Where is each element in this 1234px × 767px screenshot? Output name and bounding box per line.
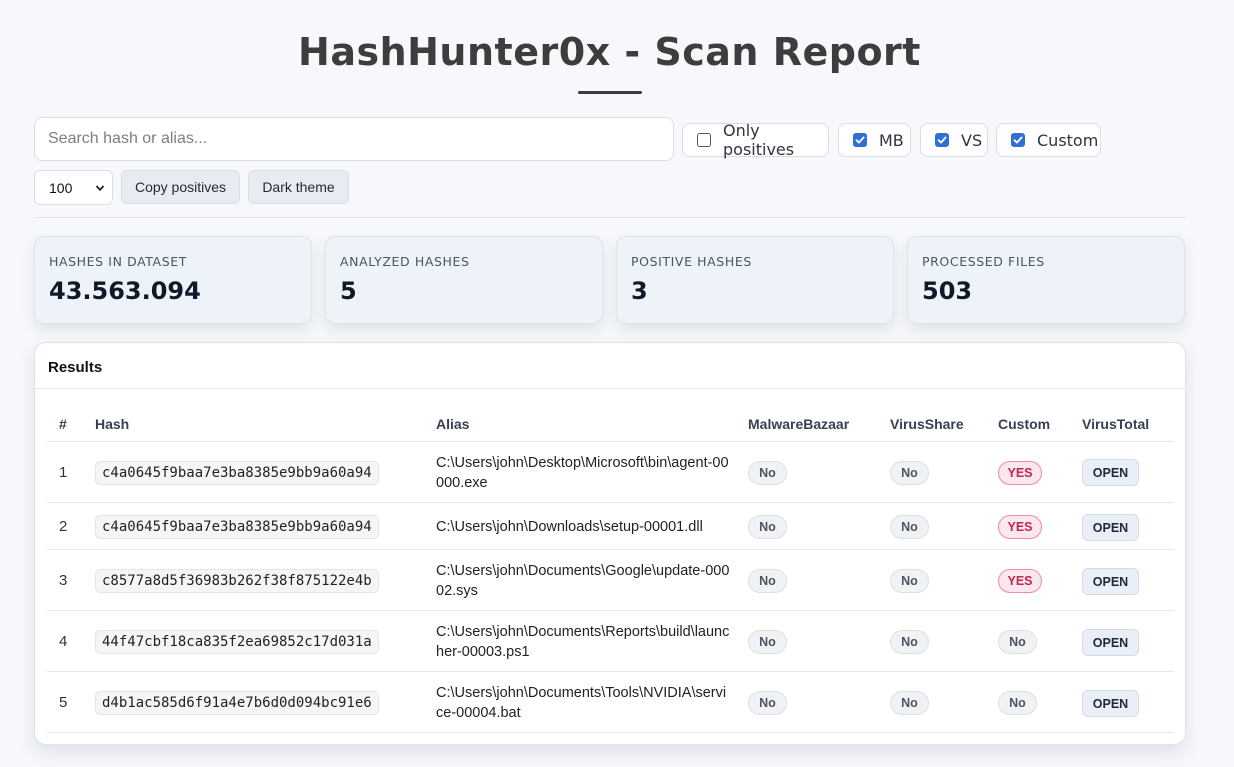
column-header-virustotal[interactable]: VirusTotal [1082,416,1149,432]
checkbox-unchecked-icon[interactable] [697,133,711,147]
checkbox-checked-icon[interactable] [935,133,949,147]
results-panel: Results # Hash Alias MalwareBazaar Virus… [34,342,1186,745]
column-header-alias[interactable]: Alias [436,416,469,432]
stat-value: 43.563.094 [49,277,201,305]
vs-filter-label: VS [961,130,983,150]
dark-theme-button[interactable]: Dark theme [248,170,349,204]
hash-value: c4a0645f9baa7e3ba8385e9bb9a60a94 [95,515,379,539]
virusshare-badge: No [890,515,929,539]
mb-filter-toggle[interactable]: MB [838,123,911,157]
checkbox-checked-icon[interactable] [1011,133,1025,147]
hash-value: d4b1ac585d6f91a4e7b6d0d094bc91e6 [95,691,379,715]
hash-value: c8577a8d5f36983b262f38f875122e4b [95,569,379,593]
malwarebazaar-badge: No [748,569,787,593]
alias-path: C:\Users\john\Desktop\Microsoft\bin\agen… [436,455,729,491]
virustotal-open-button[interactable]: OPEN [1082,629,1139,656]
vs-filter-toggle[interactable]: VS [920,123,988,157]
stat-label: HASHES IN DATASET [49,254,187,269]
malwarebazaar-badge: No [748,630,787,654]
virusshare-badge: No [890,569,929,593]
copy-positives-button[interactable]: Copy positives [121,170,240,204]
virusshare-badge: No [890,630,929,654]
stat-label: POSITIVE HASHES [631,254,752,269]
alias-path: C:\Users\john\Documents\Tools\NVIDIA\ser… [436,685,727,721]
stat-card-processed-files: PROCESSED FILES 503 [907,236,1185,324]
column-header-virusshare[interactable]: VirusShare [890,416,964,432]
row-divider [47,502,1174,503]
page-title: HashHunter0x - Scan Report [298,30,921,74]
row-divider [47,732,1174,733]
toolbar-divider [34,217,1186,218]
stat-card-hashes-in-dataset: HASHES IN DATASET 43.563.094 [34,236,312,324]
stat-value: 5 [340,277,357,305]
row-number: 3 [59,572,68,589]
stat-card-analyzed-hashes: ANALYZED HASHES 5 [325,236,603,324]
stat-value: 3 [631,277,648,305]
malwarebazaar-badge: No [748,691,787,715]
virustotal-open-button[interactable]: OPEN [1082,690,1139,717]
stat-card-positive-hashes: POSITIVE HASHES 3 [616,236,894,324]
row-number: 2 [59,518,68,535]
column-header-num[interactable]: # [59,416,67,432]
only-positives-toggle[interactable]: Only positives [682,121,829,159]
stat-label: PROCESSED FILES [922,254,1045,269]
checkbox-checked-icon[interactable] [853,133,867,147]
mb-filter-label: MB [879,130,904,150]
virusshare-badge: No [890,461,929,485]
row-number: 5 [59,694,68,711]
search-input[interactable] [34,117,674,161]
column-header-malwarebazaar[interactable]: MalwareBazaar [748,416,849,432]
virustotal-open-button[interactable]: OPEN [1082,514,1139,541]
results-title: Results [48,359,103,376]
hash-value: 44f47cbf18ca835f2ea69852c17d031a [95,630,379,654]
row-divider [47,549,1174,550]
alias-path: C:\Users\john\Documents\Reports\build\la… [436,624,730,660]
custom-filter-label: Custom [1037,130,1099,150]
row-divider [47,671,1174,672]
column-header-custom[interactable]: Custom [998,416,1050,432]
chevron-down-icon [95,180,105,196]
row-number: 4 [59,633,68,650]
page-size-select[interactable]: 100 [34,170,113,205]
malwarebazaar-badge: No [748,515,787,539]
virusshare-badge: No [890,691,929,715]
title-underline [578,91,642,94]
alias-path: C:\Users\john\Documents\Google\update-00… [436,563,730,599]
virustotal-open-button[interactable]: OPEN [1082,568,1139,595]
custom-badge: YES [998,461,1042,485]
row-divider [47,610,1174,611]
custom-badge: YES [998,569,1042,593]
column-header-hash[interactable]: Hash [95,416,129,432]
results-divider [35,388,1185,389]
virustotal-open-button[interactable]: OPEN [1082,459,1139,486]
alias-path: C:\Users\john\Downloads\setup-00001.dll [436,519,703,535]
table-header-divider [47,441,1174,442]
stat-value: 503 [922,277,973,305]
hash-value: c4a0645f9baa7e3ba8385e9bb9a60a94 [95,461,379,485]
custom-badge: YES [998,515,1042,539]
page-size-value: 100 [49,179,73,196]
custom-badge: No [998,691,1037,715]
only-positives-label: Only positives [723,121,795,159]
custom-filter-toggle[interactable]: Custom [996,123,1101,157]
custom-badge: No [998,630,1037,654]
malwarebazaar-badge: No [748,461,787,485]
stat-label: ANALYZED HASHES [340,254,470,269]
row-number: 1 [59,464,68,481]
